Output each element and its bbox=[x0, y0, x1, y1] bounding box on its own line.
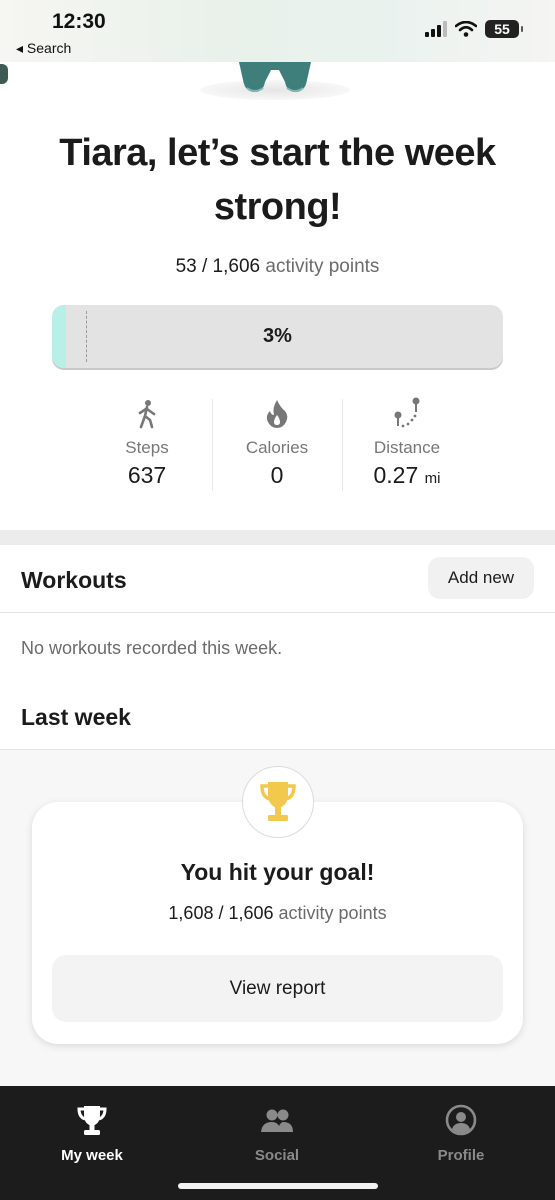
distance-path-icon bbox=[394, 397, 420, 428]
decorative-blob bbox=[0, 64, 8, 84]
stat-distance: Distance 0.27 mi bbox=[342, 395, 472, 495]
tab-social[interactable]: Social bbox=[217, 1104, 337, 1164]
stat-calories: Calories 0 bbox=[212, 395, 342, 495]
trophy-icon bbox=[77, 1106, 107, 1135]
walking-icon bbox=[138, 400, 156, 429]
distance-unit: mi bbox=[424, 470, 441, 487]
progress-percent-label: 3% bbox=[263, 325, 292, 347]
status-bar: 12:30 ◂ Search 55 bbox=[0, 0, 555, 62]
tab-my-week[interactable]: My week bbox=[32, 1104, 152, 1164]
stat-label: Steps bbox=[125, 438, 169, 457]
trophy-icon bbox=[260, 782, 296, 821]
weekly-progress-bar: 3% bbox=[52, 305, 503, 368]
goal-points-suffix: activity points bbox=[278, 903, 387, 923]
mascot-illustration bbox=[239, 62, 311, 92]
add-workout-button[interactable]: Add new bbox=[428, 557, 534, 599]
last-week-title: Last week bbox=[21, 704, 131, 730]
goal-points-value: 1,608 / 1,606 bbox=[168, 903, 274, 923]
cellular-signal-icon bbox=[425, 21, 447, 37]
goal-achieved-card: You hit your goal! 1,608 / 1,606 activit… bbox=[32, 802, 523, 1044]
stat-label: Distance bbox=[373, 438, 441, 457]
stat-label: Calories bbox=[245, 438, 309, 457]
back-to-search-link[interactable]: ◂ Search bbox=[16, 40, 71, 57]
view-report-button[interactable]: View report bbox=[52, 955, 503, 1022]
people-icon bbox=[261, 1109, 293, 1132]
status-icons: 55 bbox=[425, 20, 523, 38]
battery-indicator: 55 bbox=[485, 20, 523, 38]
goal-title: You hit your goal! bbox=[180, 859, 375, 885]
stat-steps: Steps 637 bbox=[82, 395, 212, 495]
workouts-empty-text: No workouts recorded this week. bbox=[21, 638, 283, 658]
steps-value: 637 bbox=[127, 462, 167, 488]
page-headline: Tiara, let’s start the week strong! bbox=[59, 132, 496, 228]
stat-value: 637 bbox=[82, 462, 212, 489]
activity-points-value: 53 / 1,606 bbox=[175, 256, 261, 277]
stat-value: 0 bbox=[212, 462, 342, 489]
activity-points-suffix: activity points bbox=[265, 256, 380, 277]
tab-profile[interactable]: Profile bbox=[401, 1104, 521, 1164]
trophy-badge bbox=[242, 766, 314, 838]
activity-points-summary: 53 / 1,606 activity points bbox=[0, 256, 555, 278]
stat-value: 0.27 mi bbox=[342, 462, 472, 489]
tab-label: My week bbox=[61, 1147, 123, 1164]
flame-icon bbox=[266, 400, 288, 428]
distance-value: 0.27 bbox=[373, 462, 419, 488]
tab-label: Profile bbox=[437, 1147, 485, 1164]
calories-value: 0 bbox=[270, 462, 284, 488]
activity-stats: Steps 637 Calories 0 Distance 0.27 mi bbox=[82, 395, 472, 495]
divider bbox=[0, 612, 555, 613]
goal-points-summary: 1,608 / 1,606 activity points bbox=[32, 903, 523, 924]
home-indicator bbox=[178, 1183, 378, 1189]
profile-icon bbox=[445, 1104, 477, 1136]
tab-label: Social bbox=[254, 1147, 300, 1164]
workouts-section: Workouts Add new No workouts recorded th… bbox=[0, 545, 555, 750]
workouts-title: Workouts bbox=[21, 567, 127, 593]
weekly-summary-card: Tiara, let’s start the week strong! 53 /… bbox=[0, 62, 555, 530]
status-time: 12:30 bbox=[52, 10, 106, 33]
wifi-icon bbox=[455, 21, 477, 37]
